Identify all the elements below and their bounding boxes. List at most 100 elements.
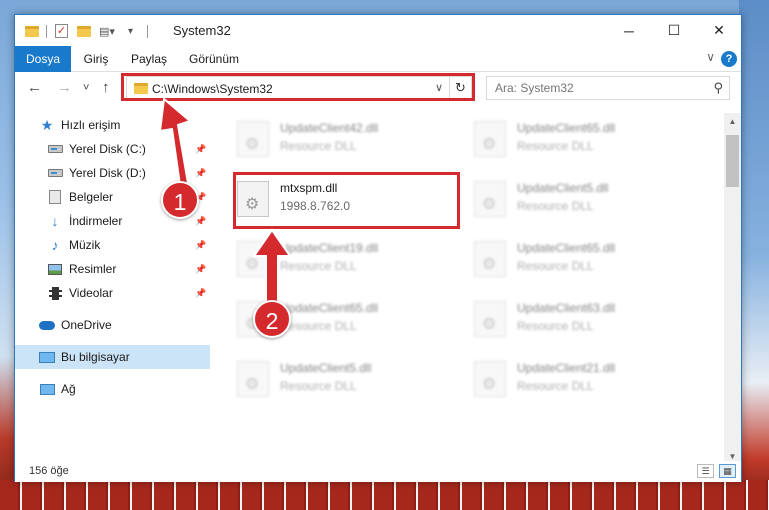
properties-icon[interactable]: ✓: [55, 22, 68, 40]
file-item[interactable]: ⚙ UpdateClient65.dll Resource DLL: [462, 113, 682, 161]
title-separator: [147, 22, 148, 40]
file-name: UpdateClient21.dll: [517, 361, 616, 375]
sidebar-item-label: Resimler: [69, 262, 117, 276]
star-icon: ★: [40, 116, 54, 133]
sidebar-item-label: Müzik: [69, 238, 101, 252]
scroll-up-icon[interactable]: ▲: [724, 113, 741, 130]
vertical-scrollbar[interactable]: ▲ ▼: [724, 113, 741, 465]
file-name: UpdateClient19.dll: [280, 241, 379, 255]
file-item[interactable]: ⚙ UpdateClient63.dll Resource DLL: [462, 293, 682, 341]
wallpaper-roof: [0, 480, 769, 510]
sidebar-item-label: OneDrive: [61, 318, 112, 332]
dll-file-icon: ⚙: [237, 361, 269, 397]
file-description: Resource DLL: [280, 139, 357, 153]
file-item[interactable]: ⚙ UpdateClient42.dll Resource DLL: [225, 113, 445, 161]
sidebar-item-this-pc[interactable]: Bu bilgisayar: [15, 345, 210, 369]
document-icon: [47, 190, 63, 204]
new-folder-icon[interactable]: [77, 22, 91, 40]
quick-access-folder-icon[interactable]: [25, 22, 39, 40]
forward-button[interactable]: →: [57, 80, 72, 96]
step-one-badge: 1: [161, 181, 199, 219]
pin-icon: 📌: [195, 239, 207, 250]
sidebar-item-label: Yerel Disk (D:): [69, 166, 146, 180]
download-icon: ↓: [51, 213, 59, 229]
help-icon[interactable]: ?: [721, 51, 737, 67]
music-icon: ♪: [51, 237, 59, 253]
file-description: Resource DLL: [280, 319, 357, 333]
sidebar-item-onedrive[interactable]: OneDrive: [15, 313, 210, 337]
tab-gorunum[interactable]: Görünüm: [179, 46, 249, 72]
ribbon-tabs: Dosya Giriş Paylaş Görünüm ∨ ?: [15, 46, 741, 72]
file-item[interactable]: ⚙ UpdateClient21.dll Resource DLL: [462, 353, 682, 401]
item-count: 156 öğe: [29, 465, 69, 477]
quick-access-separator: [46, 22, 47, 40]
dll-file-icon: ⚙: [474, 121, 506, 157]
up-button[interactable]: ↑: [102, 80, 110, 96]
file-description: Resource DLL: [517, 259, 594, 273]
tab-dosya[interactable]: Dosya: [15, 46, 71, 72]
details-view-icon[interactable]: ☰: [697, 464, 714, 478]
file-name: UpdateClient63.dll: [517, 301, 616, 315]
sidebar-item-network[interactable]: Ağ: [15, 377, 210, 401]
file-description: Resource DLL: [517, 319, 594, 333]
scroll-thumb[interactable]: [726, 135, 739, 187]
search-box[interactable]: ⚲: [486, 76, 730, 100]
title-bar: ✓ ▤▾ ▾ System32 ─ ☐ ✕: [15, 15, 741, 46]
dll-file-icon: ⚙: [474, 181, 506, 217]
pin-icon: 📌: [195, 287, 207, 298]
sidebar-item-label: İndirmeler: [69, 214, 123, 228]
file-highlight: [233, 172, 460, 229]
large-icons-view-icon[interactable]: ▦: [719, 464, 736, 478]
computer-icon: [39, 350, 55, 364]
file-description: Resource DLL: [280, 379, 357, 393]
step-two-badge: 2: [253, 300, 291, 338]
file-item[interactable]: ⚙ UpdateClient5.dll Resource DLL: [225, 353, 445, 401]
sidebar-item-label: Bu bilgisayar: [61, 350, 130, 364]
file-item[interactable]: ⚙ UpdateClient65.dll Resource DLL: [462, 233, 682, 281]
toolbar-dropdown-icon[interactable]: ▾: [128, 22, 133, 40]
close-button[interactable]: ✕: [696, 15, 742, 46]
customize-toolbar-icon[interactable]: ▤▾: [99, 22, 115, 40]
tab-paylas[interactable]: Paylaş: [121, 46, 177, 72]
file-item[interactable]: ⚙ UpdateClient5.dll Resource DLL: [462, 173, 682, 221]
file-description: Resource DLL: [517, 139, 594, 153]
wallpaper-strip: [739, 0, 769, 510]
dll-file-icon: ⚙: [237, 121, 269, 157]
file-name: UpdateClient5.dll: [517, 181, 609, 195]
sidebar-item-music[interactable]: ♪ Müzik 📌: [15, 233, 210, 257]
tab-giris[interactable]: Giriş: [73, 46, 119, 72]
dll-file-icon: ⚙: [474, 241, 506, 277]
dll-file-icon: ⚙: [474, 301, 506, 337]
window-title: System32: [173, 23, 231, 38]
sidebar-item-label: Ağ: [61, 382, 76, 396]
file-name: UpdateClient65.dll: [517, 241, 616, 255]
file-name: UpdateClient5.dll: [280, 361, 372, 375]
sidebar-item-label: Belgeler: [69, 190, 114, 204]
expand-ribbon-icon[interactable]: ∨: [706, 50, 715, 64]
videos-icon: [47, 286, 63, 300]
disk-icon: [47, 142, 63, 156]
sidebar-item-label: Hızlı erişim: [61, 118, 121, 132]
pictures-icon: [47, 262, 63, 276]
sidebar-item-label: Videolar: [69, 286, 113, 300]
file-name: UpdateClient65.dll: [517, 121, 616, 135]
file-name: UpdateClient65.dll: [280, 301, 379, 315]
file-description: Resource DLL: [517, 379, 594, 393]
onedrive-icon: [39, 318, 55, 332]
maximize-button[interactable]: ☐: [651, 15, 697, 46]
back-button[interactable]: ←: [27, 80, 42, 96]
network-icon: [39, 382, 55, 396]
pin-icon: 📌: [195, 263, 207, 274]
search-icon[interactable]: ⚲: [713, 80, 723, 96]
dll-file-icon: ⚙: [474, 361, 506, 397]
file-description: Resource DLL: [517, 199, 594, 213]
sidebar-item-pictures[interactable]: Resimler 📌: [15, 257, 210, 281]
pin-icon: 📌: [195, 215, 207, 226]
sidebar-item-videos[interactable]: Videolar 📌: [15, 281, 210, 305]
disk-icon: [47, 166, 63, 180]
search-input[interactable]: [495, 81, 695, 95]
minimize-button[interactable]: ─: [606, 15, 652, 46]
file-name: UpdateClient42.dll: [280, 121, 379, 135]
recent-locations-button[interactable]: ˅: [83, 80, 89, 96]
status-bar: 156 öğe ☰ ▦: [15, 461, 741, 482]
